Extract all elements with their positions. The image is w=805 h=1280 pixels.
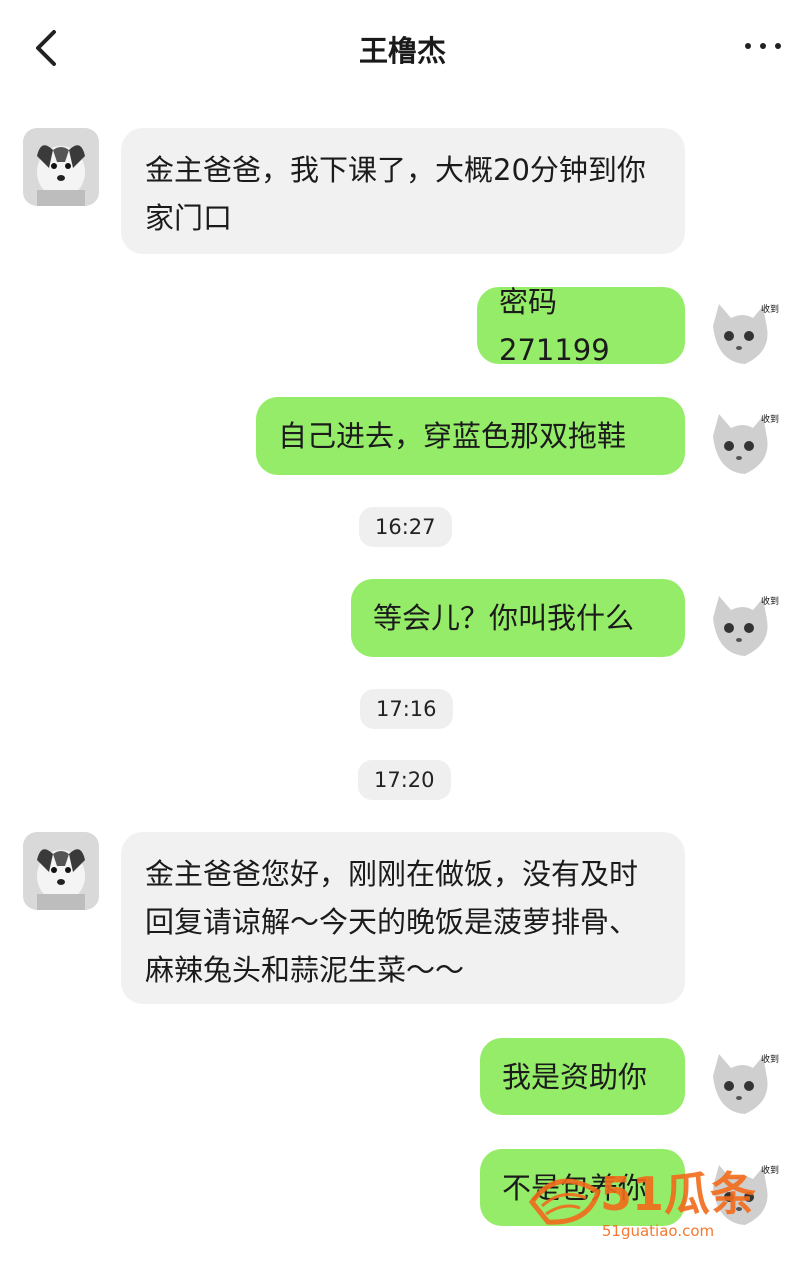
cat-sticker-avatar-icon: 收到 <box>705 406 783 484</box>
sticker-caption: 收到 <box>761 303 779 315</box>
more-button[interactable] <box>745 40 781 52</box>
user-avatar[interactable]: 收到 <box>705 406 783 484</box>
message-text: 金主爸爸您好，刚刚在做饭，没有及时回复请谅解～今天的晚饭是菠萝排骨、麻辣兔头和蒜… <box>145 857 639 987</box>
user-avatar[interactable]: 收到 <box>705 588 783 666</box>
cat-sticker-avatar-icon: 收到 <box>705 588 783 666</box>
timestamp: 17:20 <box>358 760 451 800</box>
watermark-melon-icon <box>528 1178 601 1225</box>
message-text: 密码271199 <box>499 284 610 367</box>
message-bubble-outgoing[interactable]: 等会儿？你叫我什么 <box>351 579 685 657</box>
contact-avatar[interactable] <box>23 128 99 206</box>
watermark-url: 51guatiao.com <box>602 1222 714 1240</box>
sticker-caption: 收到 <box>761 1053 779 1065</box>
user-avatar[interactable]: 收到 <box>705 1046 783 1124</box>
message-bubble-incoming[interactable]: 金主爸爸，我下课了，大概20分钟到你家门口 <box>121 128 685 254</box>
message-text: 金主爸爸，我下课了，大概20分钟到你家门口 <box>145 153 646 235</box>
sticker-caption: 收到 <box>761 595 779 607</box>
dog-avatar-icon <box>23 128 99 206</box>
timestamp: 16:27 <box>359 507 452 547</box>
watermark-brand: 51瓜条 <box>600 1167 756 1221</box>
user-avatar[interactable]: 收到 <box>705 296 783 374</box>
message-text: 自己进去，穿蓝色那双拖鞋 <box>278 419 627 453</box>
dog-avatar-icon <box>23 832 99 910</box>
watermark-logo: 51瓜条 51guatiao.com <box>528 1162 788 1242</box>
more-horizontal-icon <box>745 43 751 49</box>
message-bubble-outgoing[interactable]: 密码271199 <box>477 285 685 367</box>
contact-avatar[interactable] <box>23 832 99 910</box>
chat-title: 王橹杰 <box>358 34 446 68</box>
sticker-caption: 收到 <box>761 413 779 425</box>
message-bubble-outgoing[interactable]: 自己进去，穿蓝色那双拖鞋 <box>256 397 685 475</box>
cat-sticker-avatar-icon: 收到 <box>705 296 783 374</box>
cat-sticker-avatar-icon: 收到 <box>705 1046 783 1124</box>
message-text: 等会儿？你叫我什么 <box>373 601 635 635</box>
message-bubble-outgoing[interactable]: 我是资助你 <box>480 1038 685 1115</box>
message-text: 我是资助你 <box>502 1059 648 1094</box>
message-bubble-incoming[interactable]: 金主爸爸您好，刚刚在做饭，没有及时回复请谅解～今天的晚饭是菠萝排骨、麻辣兔头和蒜… <box>121 832 685 1004</box>
top-bar: 王橹杰 <box>0 0 805 95</box>
timestamp: 17:16 <box>360 689 453 729</box>
